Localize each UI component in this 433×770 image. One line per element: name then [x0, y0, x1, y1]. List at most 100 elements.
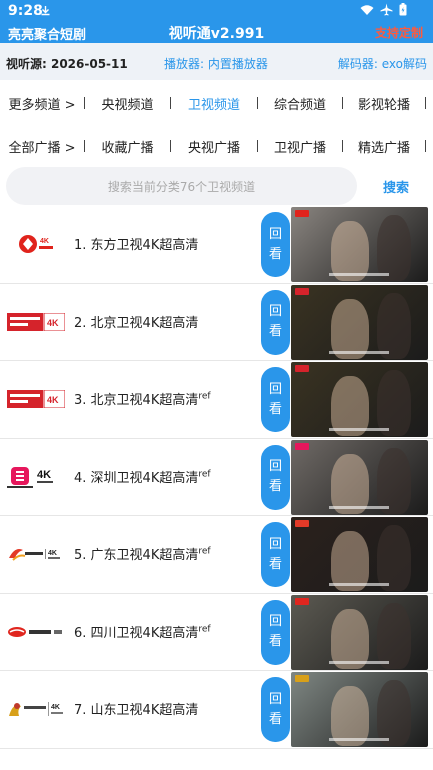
replay-button[interactable]: 回看 — [261, 599, 290, 665]
channel-name[interactable]: 2. 北京卫视4K超高清 — [74, 312, 198, 331]
divider — [425, 97, 426, 109]
channel-logo-icon: 4K — [7, 310, 65, 334]
channel-ref-tag: ref — [198, 469, 211, 480]
app-header: 9:28 亮亮聚合短剧 视听通v2.991 支持定制 — [0, 0, 433, 43]
channel-index: 5. — [74, 548, 87, 563]
svg-text:4K: 4K — [51, 704, 60, 711]
channel-index: 6. — [74, 625, 87, 641]
replay-label-top: 回 — [268, 614, 282, 629]
replay-label-bottom: 看 — [268, 634, 282, 649]
channel-title: 山东卫视4K超高清 — [90, 703, 199, 718]
channel-preview-thumbnail[interactable] — [291, 594, 428, 670]
custom-support-link[interactable]: 支持定制 — [375, 24, 423, 41]
channel-row[interactable]: 4K 3. 北京卫视4K超高清ref 回看 — [0, 361, 433, 439]
channel-row[interactable]: 4K 4. 深圳卫视4K超高清ref 回看 — [0, 439, 433, 516]
status-icons — [360, 3, 407, 16]
channel-name[interactable]: 6. 四川卫视4K超高清ref — [74, 622, 211, 641]
channel-title: 北京卫视4K超高清 — [90, 393, 199, 408]
channel-row[interactable]: 4K 5. 广东卫视4K超高清ref 回看 — [0, 516, 433, 594]
channel-logo-icon: 4K — [7, 697, 65, 721]
channel-preview-thumbnail[interactable] — [291, 672, 428, 747]
divider — [425, 140, 426, 152]
tab-satellite[interactable]: 卫视频道 — [171, 83, 257, 123]
channel-row[interactable]: 4K 1. 东方卫视4K超高清 回看 — [0, 206, 433, 284]
svg-text:4K: 4K — [47, 318, 59, 328]
tab-cctv-radio[interactable]: 央视广播 — [171, 126, 257, 166]
tab-more-channels[interactable]: 更多频道 > — [0, 83, 84, 123]
channel-preview-thumbnail[interactable] — [291, 284, 428, 360]
channel-ref-tag: ref — [198, 546, 211, 557]
replay-label-bottom: 看 — [268, 479, 282, 494]
player-selector[interactable]: 播放器: 内置播放器 — [164, 55, 268, 72]
info-bar: 视听源: 2026-05-11 播放器: 内置播放器 解码器: exo解码 — [0, 43, 433, 80]
channel-name[interactable]: 4. 深圳卫视4K超高清ref — [74, 467, 211, 486]
replay-button[interactable]: 回看 — [261, 444, 290, 510]
wifi-icon — [360, 4, 374, 15]
channel-index: 4. — [74, 470, 87, 486]
tab-general[interactable]: 综合频道 — [258, 83, 342, 123]
app-title: 视听通v2.991 — [168, 26, 265, 42]
replay-label-bottom: 看 — [268, 556, 282, 572]
channel-logo-icon — [7, 620, 65, 644]
replay-label-top: 回 — [268, 304, 282, 319]
channel-preview-thumbnail[interactable] — [291, 207, 428, 282]
status-time: 9:28 — [8, 3, 43, 19]
svg-text:4K: 4K — [37, 469, 51, 481]
replay-label-top: 回 — [268, 691, 282, 707]
replay-button[interactable]: 回看 — [261, 677, 290, 742]
replay-label-top: 回 — [268, 536, 282, 552]
search-input[interactable]: 搜索当前分类76个卫视频道 — [6, 167, 357, 205]
tab-satellite-radio[interactable]: 卫视广播 — [258, 126, 342, 166]
tab-cctv[interactable]: 央视频道 — [85, 83, 170, 123]
channel-list: 4K 1. 东方卫视4K超高清回看 4K 2. 北京卫视4K超高清回看 4K 3. 北京卫… — [0, 206, 433, 749]
tab-all-radio[interactable]: 全部广播 > — [0, 126, 84, 166]
replay-label-top: 回 — [268, 381, 282, 397]
channel-title: 广东卫视4K超高清 — [90, 548, 199, 563]
channel-row[interactable]: 4K 2. 北京卫视4K超高清 回看 — [0, 284, 433, 361]
airplane-icon — [380, 3, 393, 16]
download-icon — [41, 6, 50, 16]
channel-title: 东方卫视4K超高清 — [90, 238, 199, 253]
channel-preview-thumbnail[interactable] — [291, 439, 428, 515]
channel-title: 四川卫视4K超高清 — [90, 625, 199, 641]
channel-index: 2. — [74, 315, 87, 331]
channel-logo-icon: 4K — [7, 387, 65, 411]
svg-text:4K: 4K — [48, 550, 57, 557]
svg-text:4K: 4K — [47, 395, 59, 405]
decoder-selector[interactable]: 解码器: exo解码 — [338, 55, 427, 72]
source-label[interactable]: 视听源: 2026-05-11 — [6, 55, 128, 72]
tab-favorite-radio[interactable]: 收藏广播 — [85, 126, 170, 166]
replay-label-top: 回 — [268, 226, 282, 242]
channel-row[interactable]: 6. 四川卫视4K超高清ref 回看 — [0, 594, 433, 671]
tab-featured-radio[interactable]: 精选广播 — [343, 126, 425, 166]
svg-text:4K: 4K — [40, 238, 49, 245]
channel-name[interactable]: 1. 东方卫视4K超高清 — [74, 234, 198, 253]
channel-ref-tag: ref — [198, 391, 211, 402]
channel-index: 7. — [74, 703, 87, 718]
channel-index: 3. — [74, 393, 87, 408]
replay-button[interactable]: 回看 — [261, 522, 290, 587]
channel-logo-icon: 4K — [7, 465, 65, 489]
replay-button[interactable]: 回看 — [261, 289, 290, 355]
channel-logo-icon: 4K — [7, 232, 65, 256]
channel-category-tabs: 更多频道 > 央视频道 卫视频道 综合频道 影视轮播 — [0, 83, 433, 123]
channel-title: 北京卫视4K超高清 — [90, 315, 199, 331]
channel-preview-thumbnail[interactable] — [291, 517, 428, 592]
battery-icon — [399, 3, 407, 16]
channel-name[interactable]: 7. 山东卫视4K超高清 — [74, 699, 198, 718]
channel-preview-thumbnail[interactable] — [291, 362, 428, 437]
replay-label-top: 回 — [268, 459, 282, 474]
replay-button[interactable]: 回看 — [261, 212, 290, 277]
channel-name[interactable]: 3. 北京卫视4K超高清ref — [74, 389, 211, 408]
search-button[interactable]: 搜索 — [368, 167, 424, 205]
replay-label-bottom: 看 — [268, 324, 282, 339]
channel-row[interactable]: 4K 7. 山东卫视4K超高清 回看 — [0, 671, 433, 749]
channel-name[interactable]: 5. 广东卫视4K超高清ref — [74, 544, 211, 563]
channel-ref-tag: ref — [198, 624, 211, 635]
replay-label-bottom: 看 — [268, 401, 282, 417]
replay-label-bottom: 看 — [268, 711, 282, 727]
replay-button[interactable]: 回看 — [261, 367, 290, 432]
tab-movie-rotation[interactable]: 影视轮播 — [343, 83, 425, 123]
channel-logo-icon: 4K — [7, 542, 65, 566]
channel-title: 深圳卫视4K超高清 — [90, 470, 199, 486]
